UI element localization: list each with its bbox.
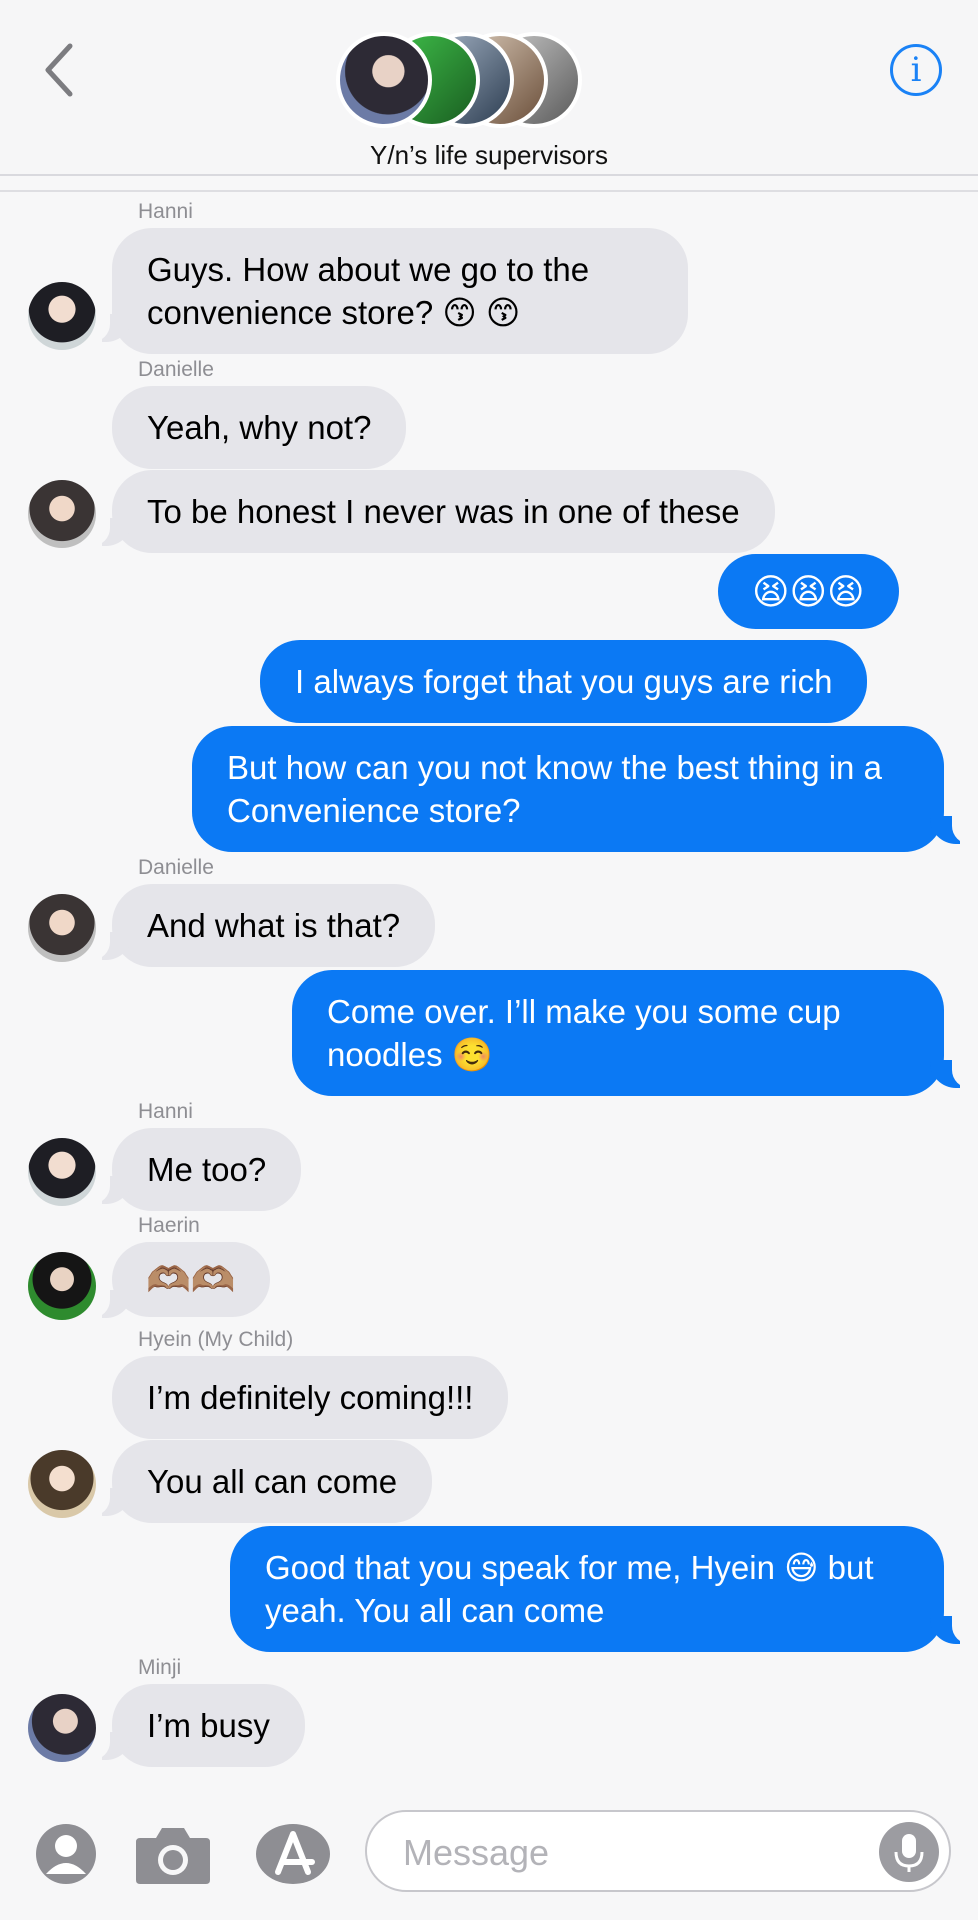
sender-name: Minji	[138, 1656, 182, 1679]
message-placeholder: Message	[403, 1832, 550, 1873]
bubble-tail	[82, 1284, 132, 1318]
avatar-hanni[interactable]	[28, 1138, 96, 1206]
group-title[interactable]: Y/n’s life supervisors	[0, 140, 978, 171]
message-input[interactable]: Message	[365, 1810, 951, 1892]
sender-name: Haerin	[138, 1214, 200, 1237]
message-bubble-incoming[interactable]: Me too?	[112, 1128, 302, 1211]
chevron-left-icon[interactable]	[40, 40, 80, 100]
message-bubble-incoming[interactable]: And what is that?	[112, 884, 436, 967]
message-bubble-incoming[interactable]: I’m definitely coming!!!	[112, 1356, 509, 1439]
group-avatars[interactable]	[336, 32, 586, 128]
group-avatar-1	[336, 32, 432, 128]
message-bubble-incoming[interactable]: 🫶🏽🫶🏽	[112, 1242, 270, 1317]
sender-name: Hyein (My Child)	[138, 1328, 294, 1351]
avatar-danielle[interactable]	[28, 480, 96, 548]
sender-name: Danielle	[138, 856, 214, 879]
info-icon[interactable]: i	[890, 44, 942, 96]
bubble-tail	[930, 810, 978, 844]
message-bubble-outgoing[interactable]: But how can you not know the best thing …	[192, 726, 944, 852]
message-bubble-outgoing[interactable]: Come over. I’ll make you some cup noodle…	[292, 970, 944, 1096]
bubble-tail	[930, 1054, 978, 1088]
avatar-minji[interactable]	[28, 1694, 96, 1762]
microphone-icon[interactable]	[879, 1822, 939, 1882]
avatar-haerin[interactable]	[28, 1252, 96, 1320]
avatar-danielle[interactable]	[28, 894, 96, 962]
message-bubble-outgoing[interactable]: 😫😫😫	[718, 554, 899, 629]
message-bubble-incoming[interactable]: To be honest I never was in one of these	[112, 470, 775, 553]
message-bubble-incoming[interactable]: You all can come	[112, 1440, 433, 1523]
sender-name: Hanni	[138, 200, 193, 223]
bubble-tail	[930, 1610, 978, 1644]
message-bubble-incoming[interactable]: Guys. How about we go to the convenience…	[112, 228, 688, 354]
avatar-hanni[interactable]	[28, 282, 96, 350]
message-bubble-incoming[interactable]: I’m busy	[112, 1684, 305, 1767]
divider	[0, 190, 978, 192]
message-bubble-outgoing[interactable]: I always forget that you guys are rich	[260, 640, 868, 723]
app-store-icon[interactable]	[254, 1822, 332, 1886]
camera-icon[interactable]	[134, 1824, 212, 1886]
sender-name: Hanni	[138, 1100, 193, 1123]
sender-name: Danielle	[138, 358, 214, 381]
message-bubble-outgoing[interactable]: Good that you speak for me, Hyein 😅 but …	[230, 1526, 944, 1652]
message-bubble-incoming[interactable]: Yeah, why not?	[112, 386, 407, 469]
conversation-header: i Y/n’s life supervisors	[0, 0, 978, 176]
person-icon[interactable]	[34, 1822, 98, 1886]
avatar-hyein[interactable]	[28, 1450, 96, 1518]
